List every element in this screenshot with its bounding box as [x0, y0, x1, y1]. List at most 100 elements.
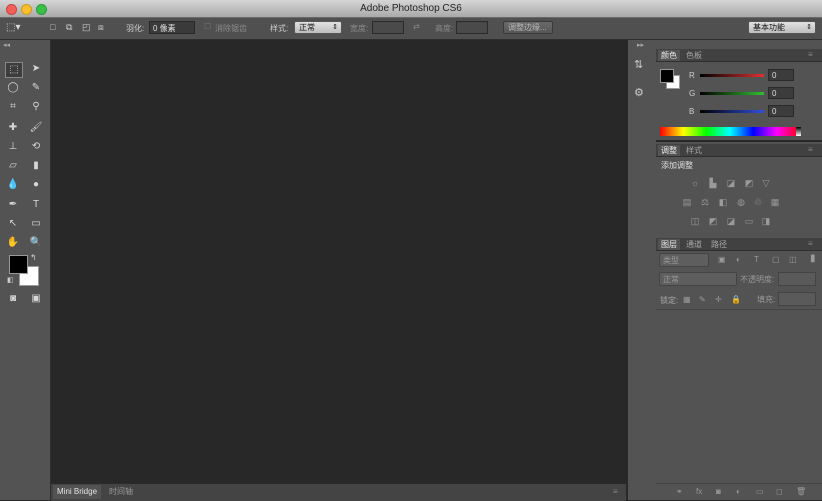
workspace-select[interactable]: 基本功能	[748, 21, 816, 34]
vibrance-icon[interactable]: ▽	[760, 178, 772, 188]
color-panel-menu-icon[interactable]: ≡	[808, 50, 813, 59]
color-balance-icon[interactable]: ⚖	[699, 197, 711, 207]
gradient-tool-icon[interactable]: ▮	[28, 159, 44, 173]
blue-value-input[interactable]: 0	[768, 105, 794, 117]
green-value-input[interactable]: 0	[768, 87, 794, 99]
layer-filter-select[interactable]: 类型	[659, 253, 709, 267]
red-slider[interactable]	[700, 74, 764, 77]
invert-icon[interactable]: ◫	[689, 216, 701, 226]
spot-healing-tool-icon[interactable]: ✚	[5, 121, 21, 135]
panel-foreground-swatch[interactable]	[660, 69, 674, 83]
layer-mask-icon[interactable]: ◙	[716, 487, 721, 496]
lock-transparent-pixels-icon[interactable]: ▦	[683, 295, 691, 304]
lock-all-icon[interactable]: 🔒	[731, 295, 741, 304]
color-lookup-icon[interactable]: ▦	[769, 197, 781, 207]
hue-saturation-icon[interactable]: ▤	[681, 197, 693, 207]
fill-input[interactable]	[778, 292, 816, 306]
swap-dimensions-icon[interactable]: ⇄	[413, 22, 420, 31]
new-adjustment-layer-icon[interactable]: ◐	[736, 487, 741, 496]
quick-selection-tool-icon[interactable]: ✎	[28, 81, 44, 95]
blue-slider[interactable]	[700, 110, 764, 113]
filter-pixel-icon[interactable]: ▣	[718, 255, 726, 264]
photo-filter-icon[interactable]: ◍	[735, 197, 747, 207]
add-to-selection-icon[interactable]: ⧉	[66, 22, 72, 33]
antialias-checkbox[interactable]: ☐	[204, 22, 211, 31]
document-canvas-area[interactable]	[51, 40, 626, 483]
path-selection-tool-icon[interactable]: ↖	[5, 217, 21, 231]
subtract-selection-icon[interactable]: ◰	[82, 22, 91, 33]
history-panel-icon[interactable]: ⇅	[634, 58, 643, 71]
tab-swatches[interactable]: 色板	[683, 50, 705, 61]
height-input[interactable]	[456, 21, 488, 34]
levels-icon[interactable]: ▙	[707, 178, 719, 188]
layers-list[interactable]	[656, 309, 822, 482]
eyedropper-tool-icon[interactable]: ⚲	[28, 100, 44, 114]
channel-mixer-icon[interactable]: ♲	[752, 197, 764, 207]
selective-color-icon[interactable]: ◨	[760, 216, 772, 226]
intersect-selection-icon[interactable]: ⧈	[98, 22, 104, 33]
tab-color[interactable]: 颜色	[658, 50, 680, 61]
type-tool-icon[interactable]: T	[28, 198, 44, 212]
clone-stamp-tool-icon[interactable]: ⊥	[5, 140, 21, 154]
tab-adjustments[interactable]: 调整	[658, 145, 680, 156]
color-spectrum-bar[interactable]	[660, 127, 800, 136]
crop-tool-icon[interactable]: ⌗	[5, 100, 21, 114]
rectangular-marquee-tool-icon[interactable]: ⬚	[5, 62, 23, 78]
brush-tool-icon[interactable]: 🖌	[28, 121, 44, 135]
move-tool-icon[interactable]: ➤	[28, 62, 44, 76]
lock-image-pixels-icon[interactable]: ✎	[699, 295, 706, 304]
rectangle-tool-icon[interactable]: ▭	[28, 217, 44, 231]
refine-edge-button[interactable]: 调整边缘...	[503, 21, 553, 34]
lock-position-icon[interactable]: ✛	[715, 295, 722, 304]
dodge-tool-icon[interactable]: ●	[28, 178, 44, 192]
threshold-icon[interactable]: ◪	[725, 216, 737, 226]
collapse-toolbar-icon[interactable]: ◂◂	[3, 41, 10, 49]
curves-icon[interactable]: ◪	[725, 178, 737, 188]
tab-styles[interactable]: 样式	[683, 145, 705, 156]
spectrum-black-white[interactable]	[796, 127, 801, 136]
blur-tool-icon[interactable]: 💧	[5, 178, 21, 192]
bottom-panel-menu-icon[interactable]: ≡	[613, 487, 618, 496]
collapse-column-icon[interactable]: ▸▸	[637, 41, 644, 49]
width-input[interactable]	[372, 21, 404, 34]
hand-tool-icon[interactable]: ✋	[5, 236, 21, 250]
new-layer-icon[interactable]: ◻	[776, 487, 783, 496]
screen-mode-icon[interactable]: ▣	[28, 292, 44, 306]
tab-mini-bridge[interactable]: Mini Bridge	[53, 485, 102, 499]
opacity-input[interactable]	[778, 272, 816, 286]
history-brush-tool-icon[interactable]: ⟲	[28, 140, 44, 154]
exposure-icon[interactable]: ◩	[743, 178, 755, 188]
marquee-tool-preset-icon[interactable]: ⬚▾	[6, 22, 20, 33]
tab-layers[interactable]: 图层	[658, 239, 680, 250]
new-selection-icon[interactable]: □	[50, 22, 55, 32]
layer-style-icon[interactable]: fx	[696, 487, 702, 496]
swap-colors-icon[interactable]: ↰	[30, 253, 37, 262]
quick-mask-icon[interactable]: ◙	[5, 292, 21, 306]
black-white-icon[interactable]: ◧	[717, 197, 729, 207]
adjustments-panel-menu-icon[interactable]: ≡	[808, 145, 813, 154]
blend-mode-select[interactable]: 正常	[659, 272, 737, 286]
layers-panel-menu-icon[interactable]: ≡	[808, 239, 813, 248]
zoom-tool-icon[interactable]: 🔍	[28, 236, 44, 250]
filter-type-icon[interactable]: T	[754, 255, 759, 264]
filter-adjustment-icon[interactable]: ◐	[736, 255, 741, 264]
tab-timeline[interactable]: 时间轴	[109, 485, 133, 499]
gradient-map-icon[interactable]: ▭	[743, 216, 755, 226]
feather-input[interactable]: 0 像素	[149, 21, 195, 34]
green-slider[interactable]	[700, 92, 764, 95]
brightness-contrast-icon[interactable]: ☼	[689, 178, 701, 188]
posterize-icon[interactable]: ◩	[707, 216, 719, 226]
link-layers-icon[interactable]: ⚭	[676, 487, 683, 496]
tab-channels[interactable]: 通道	[683, 239, 705, 250]
new-group-icon[interactable]: ▭	[756, 487, 764, 496]
red-value-input[interactable]: 0	[768, 69, 794, 81]
properties-panel-icon[interactable]: ⚙	[634, 86, 644, 99]
default-colors-icon[interactable]: ◧	[7, 276, 14, 284]
delete-layer-icon[interactable]: 🗑	[796, 487, 806, 496]
eraser-tool-icon[interactable]: ▱	[5, 159, 21, 173]
filter-shape-icon[interactable]: ▢	[772, 255, 780, 264]
foreground-color-swatch[interactable]	[9, 255, 28, 274]
tab-paths[interactable]: 路径	[708, 239, 730, 250]
pen-tool-icon[interactable]: ✒	[5, 198, 21, 212]
lasso-tool-icon[interactable]: ◯	[5, 81, 21, 95]
